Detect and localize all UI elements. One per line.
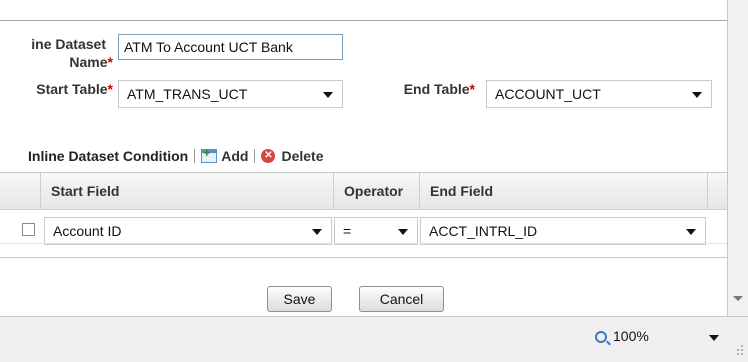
end-table-select[interactable]: ACCOUNT_UCT [486,80,712,108]
cancel-button[interactable]: Cancel [359,286,444,312]
start-field-value: Account ID [53,223,122,239]
vertical-scrollbar[interactable] [727,0,748,316]
resize-grip-icon[interactable] [736,344,744,356]
separator [194,149,196,163]
dataset-name-label-line2: Name* [69,54,113,70]
start-table-label: Start Table* [36,81,113,97]
column-start-field[interactable]: Start Field [41,173,334,209]
start-table-value: ATM_TRANS_UCT [127,86,248,102]
grid-header: Start Field Operator End Field [0,173,727,210]
chevron-down-icon [686,229,696,235]
end-field-select[interactable]: ACCT_INTRL_ID [420,217,706,245]
dataset-name-label-line1: ine Dataset [31,36,106,52]
chevron-down-icon [692,92,702,98]
condition-title: Inline Dataset Condition [28,148,189,164]
grid-header-select [0,173,41,209]
dataset-name-input[interactable] [118,34,343,60]
condition-grid: Start Field Operator End Field Account I… [0,172,727,258]
chevron-down-icon [323,92,333,98]
chevron-down-icon[interactable] [709,335,719,341]
zoom-level[interactable]: 100% [613,328,649,344]
zoom-icon[interactable] [595,331,607,343]
separator [254,149,256,163]
operator-value: = [343,223,352,239]
end-table-label: End Table* [403,81,475,97]
chevron-down-icon [398,229,408,235]
add-button[interactable]: Add [221,148,248,164]
operator-select[interactable]: = [334,217,418,245]
end-field-value: ACCT_INTRL_ID [429,223,538,239]
start-field-select[interactable]: Account ID [44,217,332,245]
required-marker: * [107,81,113,97]
top-divider [0,20,727,21]
row-checkbox[interactable] [22,223,35,236]
delete-button[interactable]: Delete [281,148,323,164]
required-marker: * [107,54,113,70]
start-table-select[interactable]: ATM_TRANS_UCT [118,80,343,108]
column-operator[interactable]: Operator [334,173,420,209]
status-bar: 100% [0,316,748,362]
delete-icon[interactable]: ✕ [261,149,276,163]
chevron-down-icon [312,229,322,235]
required-marker: * [469,81,475,97]
condition-toolbar: Inline Dataset Condition Add ✕ Delete [28,146,323,166]
save-button[interactable]: Save [267,286,332,312]
row-divider [0,243,727,244]
add-icon[interactable] [201,146,218,163]
scroll-down-icon[interactable] [733,296,743,301]
end-table-value: ACCOUNT_UCT [495,86,601,102]
column-end-field[interactable]: End Field [420,173,708,209]
